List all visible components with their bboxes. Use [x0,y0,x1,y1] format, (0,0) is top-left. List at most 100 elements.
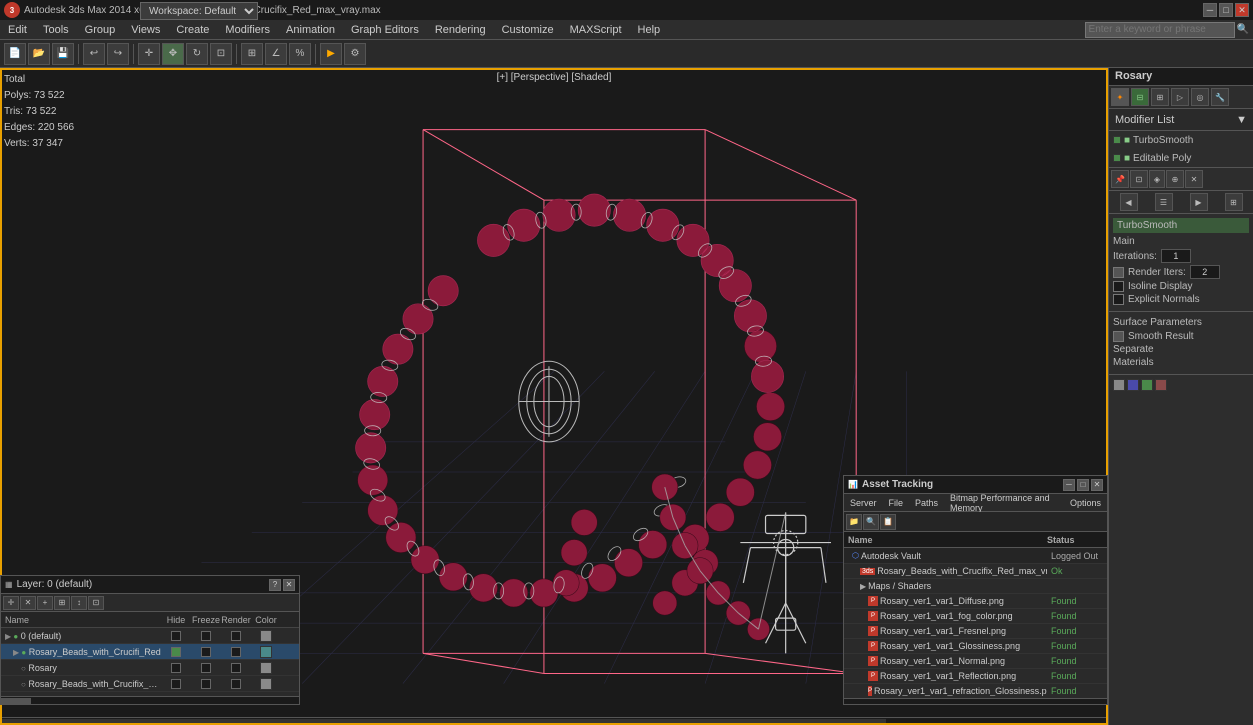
asset-close-btn[interactable]: ✕ [1091,479,1103,491]
asset-row-map-6[interactable]: P Rosary_ver1_var1_refraction_Glossiness… [844,684,1107,698]
layer-row[interactable]: ○ Rosary [1,660,299,676]
asset-tool-1[interactable]: 📁 [846,514,862,530]
asset-menu-file[interactable]: File [883,496,910,510]
ts-render-iters-input[interactable] [1190,265,1220,279]
layer-create-btn[interactable]: ✛ [3,596,19,610]
modifier-editable-poly[interactable]: ■ Editable Poly [1109,149,1253,167]
layer-freeze-check-3[interactable] [191,663,221,673]
workspace-selector[interactable]: Workspace: Default [140,2,258,20]
new-button[interactable]: 📄 [4,43,26,65]
layer-color-4[interactable] [251,678,281,690]
layer-color[interactable] [251,630,281,642]
save-button[interactable]: 💾 [52,43,74,65]
pin-icon[interactable]: 📌 [1111,170,1129,188]
display-tab-icon[interactable]: ◎ [1191,88,1209,106]
layer-freeze-check[interactable] [191,631,221,641]
layer-render-check-2[interactable] [221,647,251,657]
asset-tool-2[interactable]: 🔍 [863,514,879,530]
asset-menu-server[interactable]: Server [844,496,883,510]
layer-delete-btn[interactable]: ✕ [20,596,36,610]
ts-isoline-checkbox[interactable] [1113,281,1124,292]
menu-rendering[interactable]: Rendering [427,22,494,38]
layer-color-2[interactable] [251,646,281,658]
asset-row-map-0[interactable]: P Rosary_ver1_var1_Diffuse.png Found [844,594,1107,609]
make-unique-icon[interactable]: ⊕ [1166,170,1184,188]
undo-button[interactable]: ↩ [83,43,105,65]
layer-row[interactable]: ▶ ● 0 (default) [1,628,299,644]
menu-group[interactable]: Group [77,22,124,38]
layer-render-check[interactable] [221,631,251,641]
modifier-options-icon[interactable]: ⊡ [1130,170,1148,188]
ts-render-iters-checkbox[interactable] [1113,267,1124,278]
asset-menu-options[interactable]: Options [1064,496,1107,510]
asset-row-map-2[interactable]: P Rosary_ver1_var1_Fresnel.png Found [844,624,1107,639]
menu-maxscript[interactable]: MAXScript [562,22,630,38]
rotate-button[interactable]: ↻ [186,43,208,65]
remove-modifier-icon[interactable]: ✕ [1185,170,1203,188]
maximize-button[interactable]: □ [1219,3,1233,17]
asset-row-map-3[interactable]: P Rosary_ver1_var1_Glossiness.png Found [844,639,1107,654]
redo-button[interactable]: ↪ [107,43,129,65]
nav-pipeline-icon[interactable]: ☰ [1155,193,1173,211]
layer-row[interactable]: ○ Rosary_Beads_with_Crucifix_Red [1,676,299,692]
asset-max-btn[interactable]: □ [1077,479,1089,491]
modify-tab-icon[interactable]: ⊟ [1131,88,1149,106]
layer-hide-check[interactable] [161,631,191,641]
asset-row-maps-group[interactable]: ▶ Maps / Shaders [844,579,1107,594]
layer-expand-btn[interactable]: ↕ [71,596,87,610]
ts-explicit-checkbox[interactable] [1113,294,1124,305]
asset-menu-bitmap[interactable]: Bitmap Performance and Memory [944,491,1064,515]
scale-button[interactable]: ⊡ [210,43,232,65]
render-setup-button[interactable]: ⚙ [344,43,366,65]
color-swatch-1[interactable] [1113,379,1125,391]
snap-button[interactable]: ⊞ [241,43,263,65]
open-button[interactable]: 📂 [28,43,50,65]
layers-question-btn[interactable]: ? [269,579,281,591]
menu-views[interactable]: Views [123,22,168,38]
smooth-result-checkbox[interactable] [1113,331,1124,342]
asset-scrollbar-h[interactable] [844,698,1107,704]
layer-freeze-check-2[interactable] [191,647,221,657]
utilities-tab-icon[interactable]: 🔧 [1211,88,1229,106]
layer-hide-check-4[interactable] [161,679,191,689]
color-swatch-2[interactable] [1127,379,1139,391]
snap-percent-button[interactable]: % [289,43,311,65]
ts-iterations-input[interactable] [1161,249,1191,263]
color-swatch-4[interactable] [1155,379,1167,391]
layers-close-btn[interactable]: ✕ [283,579,295,591]
menu-tools[interactable]: Tools [35,22,77,38]
viewport-scrollbar-h[interactable] [0,717,1108,725]
render-button[interactable]: ▶ [320,43,342,65]
nav-channels-icon[interactable]: ⊞ [1225,193,1243,211]
layer-sel-obj-btn[interactable]: ⊞ [54,596,70,610]
layer-hide-check-3[interactable] [161,663,191,673]
move-button[interactable]: ✥ [162,43,184,65]
asset-row-map-4[interactable]: P Rosary_ver1_var1_Normal.png Found [844,654,1107,669]
menu-customize[interactable]: Customize [494,22,562,38]
layer-add-sel-btn[interactable]: + [37,596,53,610]
menu-edit[interactable]: Edit [0,22,35,38]
layer-freeze-check-4[interactable] [191,679,221,689]
menu-help[interactable]: Help [630,22,669,38]
motion-tab-icon[interactable]: ▷ [1171,88,1189,106]
close-button[interactable]: ✕ [1235,3,1249,17]
layer-merge-btn[interactable]: ⊡ [88,596,104,610]
asset-row-map-5[interactable]: P Rosary_ver1_var1_Reflection.png Found [844,669,1107,684]
asset-group-vault[interactable]: ⬡ Autodesk Vault Logged Out [844,548,1107,564]
menu-create[interactable]: Create [168,22,217,38]
asset-row-maxfile[interactable]: 3ds Rosary_Beads_with_Crucifix_Red_max_v… [844,564,1107,579]
layer-hide-check-2[interactable] [161,647,191,657]
asset-tool-3[interactable]: 📋 [880,514,896,530]
menu-modifiers[interactable]: Modifiers [217,22,278,38]
color-swatch-3[interactable] [1141,379,1153,391]
nav-right-icon[interactable]: ▶ [1190,193,1208,211]
layer-render-check-3[interactable] [221,663,251,673]
layer-render-check-4[interactable] [221,679,251,689]
menu-animation[interactable]: Animation [278,22,343,38]
asset-min-btn[interactable]: ─ [1063,479,1075,491]
snap-angle-button[interactable]: ∠ [265,43,287,65]
select-button[interactable]: ✛ [138,43,160,65]
minimize-button[interactable]: ─ [1203,3,1217,17]
layers-scrollbar-h[interactable] [1,696,299,704]
modifier-turbosmoooth[interactable]: ■ TurboSmooth [1109,131,1253,149]
